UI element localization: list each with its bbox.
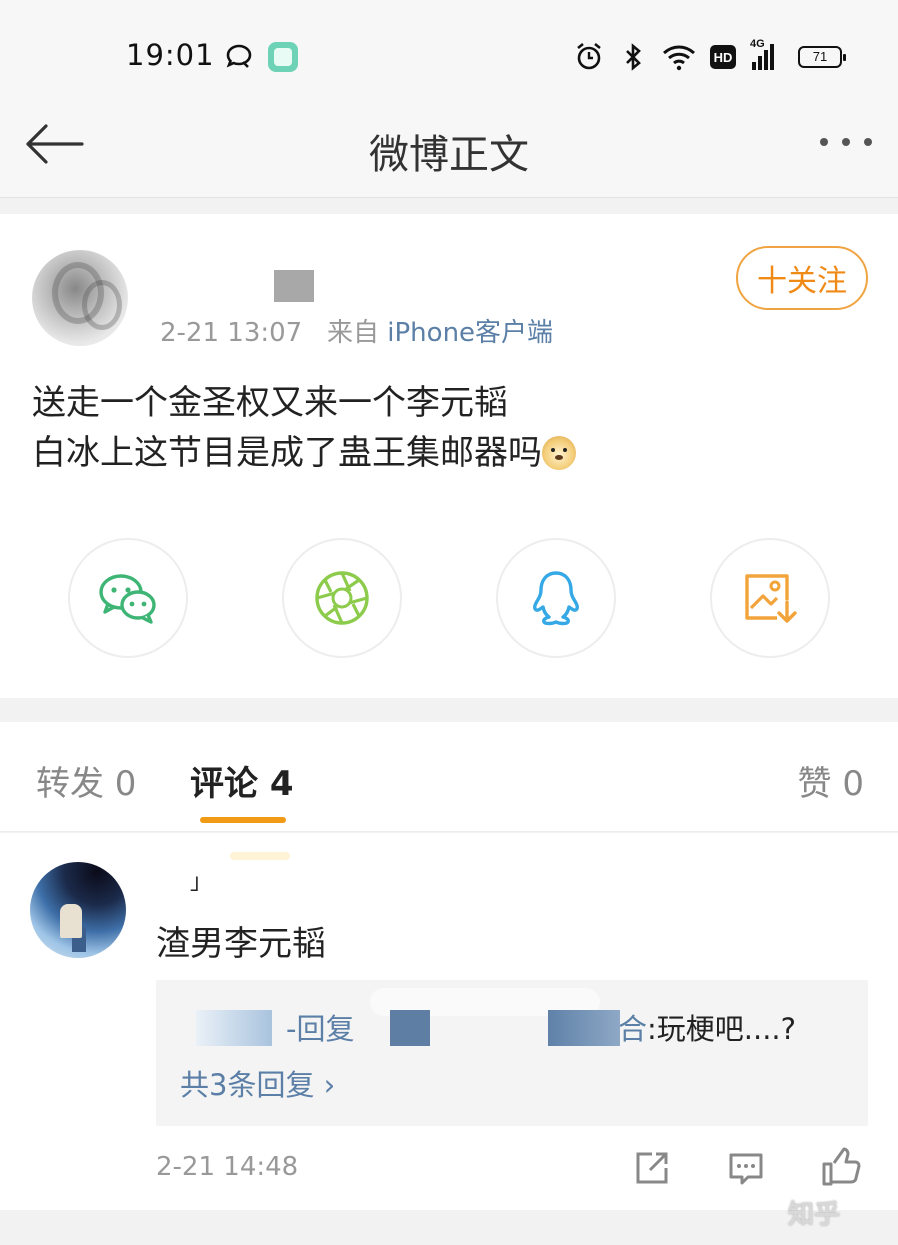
network-type-label: 4G (750, 38, 765, 50)
share-comment-icon[interactable] (632, 1148, 672, 1188)
tab-comment[interactable]: 评论 4 (190, 756, 294, 805)
reply-comment-icon[interactable] (726, 1148, 766, 1188)
signal-icon: 4G (750, 38, 784, 70)
zhihu-watermark: 知乎 (788, 1200, 841, 1230)
save-image-icon (745, 574, 797, 623)
post-timestamp: 2-21 13:07 (160, 318, 303, 348)
comment-timestamp: 2-21 14:48 (156, 1152, 299, 1182)
share-row (0, 538, 898, 658)
share-qq-button[interactable] (496, 538, 616, 658)
doge-emoji-icon (542, 436, 576, 470)
active-tab-indicator (200, 817, 286, 823)
hd-icon: HD (710, 45, 736, 69)
status-bar: 19:01 HD 4G 71 (0, 0, 898, 100)
comment-text: 渣男李元韬 (156, 924, 326, 964)
wechat-icon (99, 574, 156, 624)
post-text-line: 白冰上这节目是成了蛊王集邮器吗 (32, 433, 542, 473)
post-source-link[interactable]: iPhone客户端 (387, 318, 553, 348)
chat-bubble-icon (226, 44, 252, 68)
wifi-icon (663, 45, 695, 71)
save-image-button[interactable] (710, 538, 830, 658)
post-text: 送走一个金圣权又来一个李元韬 白冰上这节目是成了蛊王集邮器吗 (32, 378, 576, 478)
reply-target-redacted (548, 1010, 620, 1046)
page-title: 微博正文 (369, 132, 529, 178)
comment-author-badge (230, 852, 290, 860)
reply-tail-link[interactable]: 合 (618, 1006, 647, 1048)
tab-repost[interactable]: 转发 0 (36, 756, 136, 805)
alarm-icon (577, 42, 601, 70)
app-notification-icon (268, 42, 298, 72)
footer-strip (0, 1210, 898, 1245)
reply-target-redacted (390, 1010, 430, 1046)
battery-icon: 71 (798, 46, 846, 68)
moments-aperture-icon (315, 571, 369, 625)
like-thumb-icon[interactable] (820, 1146, 862, 1188)
author-name-redacted (274, 270, 314, 302)
comment-author-name[interactable]: 」 (190, 864, 212, 896)
post-meta: 2-21 13:07 来自 iPhone客户端 (160, 312, 553, 349)
reply-mid: -回复 (286, 1012, 355, 1046)
avatar[interactable] (32, 250, 128, 346)
post-source-prefix: 来自 (327, 318, 380, 348)
follow-button[interactable]: 十关注 (736, 246, 868, 310)
battery-level: 71 (812, 49, 828, 64)
view-more-replies-link[interactable]: 共3条回复 › (180, 1062, 335, 1104)
bluetooth-icon (626, 43, 641, 71)
more-dots-icon[interactable] (820, 138, 872, 146)
tab-like[interactable]: 赞 0 (798, 756, 864, 805)
post-text-line: 送走一个金圣权又来一个李元韬 (32, 383, 508, 423)
share-moments-button[interactable] (282, 538, 402, 658)
qq-penguin-icon (533, 571, 579, 626)
avatar[interactable] (30, 862, 126, 958)
status-time: 19:01 (126, 38, 215, 72)
reply-tail-text: :玩梗吧....? (647, 1012, 797, 1046)
share-wechat-button[interactable] (68, 538, 188, 658)
reply-name-redacted (196, 1010, 272, 1046)
